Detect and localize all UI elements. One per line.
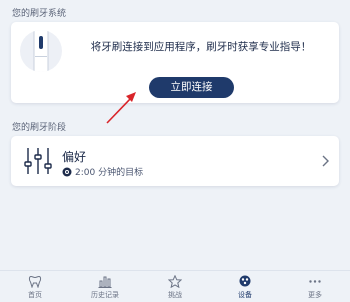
connect-card: 将牙刷连接到应用程序，刷牙时获享专业指导！ 立即连接 xyxy=(11,22,339,103)
stage-section-title: 您的刷牙阶段 xyxy=(12,123,67,133)
nav-item-device[interactable]: 设备 xyxy=(210,271,280,302)
preference-card[interactable]: 偏好 2:00 分钟的目标 xyxy=(11,136,339,186)
nav-label-history: 历史记录 xyxy=(91,291,119,299)
tooth-icon xyxy=(28,275,42,288)
system-section-title: 您的刷牙系统 xyxy=(12,9,67,19)
preference-title: 偏好 xyxy=(62,150,87,164)
connect-message: 将牙刷连接到应用程序，刷牙时获享专业指导！ xyxy=(90,41,312,53)
more-dots-icon xyxy=(309,280,321,283)
goal-row: 2:00 分钟的目标 xyxy=(62,165,143,178)
nav-label-device: 设备 xyxy=(238,291,252,299)
nav-label-home: 首页 xyxy=(28,291,42,299)
sliders-icon xyxy=(24,148,52,174)
star-icon xyxy=(168,275,182,288)
connect-now-button[interactable]: 立即连接 xyxy=(149,77,234,98)
nav-item-challenges[interactable]: 挑战 xyxy=(140,271,210,302)
toothbrush-icon xyxy=(20,30,62,72)
nav-item-history[interactable]: 历史记录 xyxy=(70,271,140,302)
device-icon xyxy=(239,275,251,287)
bar-chart-icon xyxy=(98,276,112,288)
nav-label-more: 更多 xyxy=(308,291,322,299)
goal-text: 2:00 分钟的目标 xyxy=(75,168,144,178)
chevron-right-icon xyxy=(322,155,329,167)
timer-icon xyxy=(62,167,72,176)
bottom-nav: 首页 历史记录 挑战 设备 更多 xyxy=(0,270,350,302)
nav-item-more[interactable]: 更多 xyxy=(280,271,350,302)
nav-item-home[interactable]: 首页 xyxy=(0,271,70,302)
nav-label-challenges: 挑战 xyxy=(168,291,182,299)
